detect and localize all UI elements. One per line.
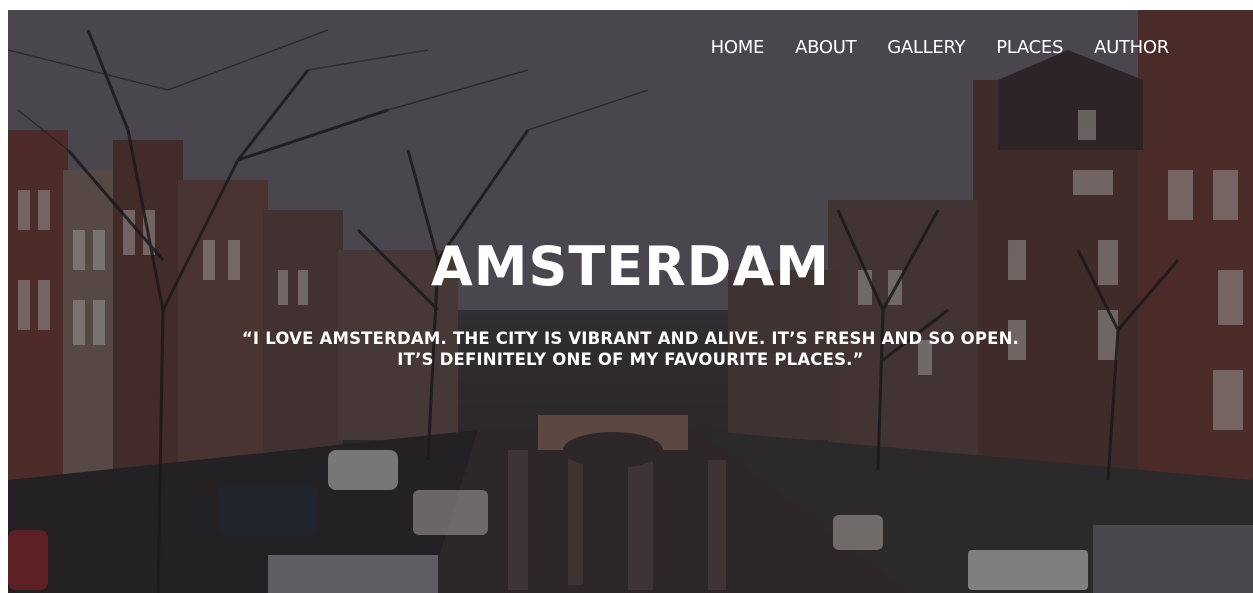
hero-quote-line-2: IT’S DEFINITELY ONE OF MY FAVOURITE PLAC… <box>397 350 864 369</box>
dark-overlay <box>8 10 1253 593</box>
nav-places-link[interactable]: PLACES <box>996 37 1063 58</box>
hero-banner: HOME ABOUT GALLERY PLACES AUTHOR AMSTERD… <box>8 10 1253 593</box>
nav-about-link[interactable]: ABOUT <box>795 37 856 58</box>
nav-home-link[interactable]: HOME <box>711 37 765 58</box>
nav-author-link[interactable]: AUTHOR <box>1094 37 1169 58</box>
hero-quote: “I LOVE AMSTERDAM. THE CITY IS VIBRANT A… <box>8 328 1253 370</box>
main-navigation: HOME ABOUT GALLERY PLACES AUTHOR <box>711 37 1170 58</box>
hero-quote-line-1: “I LOVE AMSTERDAM. THE CITY IS VIBRANT A… <box>241 329 1020 348</box>
nav-gallery-link[interactable]: GALLERY <box>887 37 965 58</box>
hero-title: AMSTERDAM <box>430 235 831 298</box>
